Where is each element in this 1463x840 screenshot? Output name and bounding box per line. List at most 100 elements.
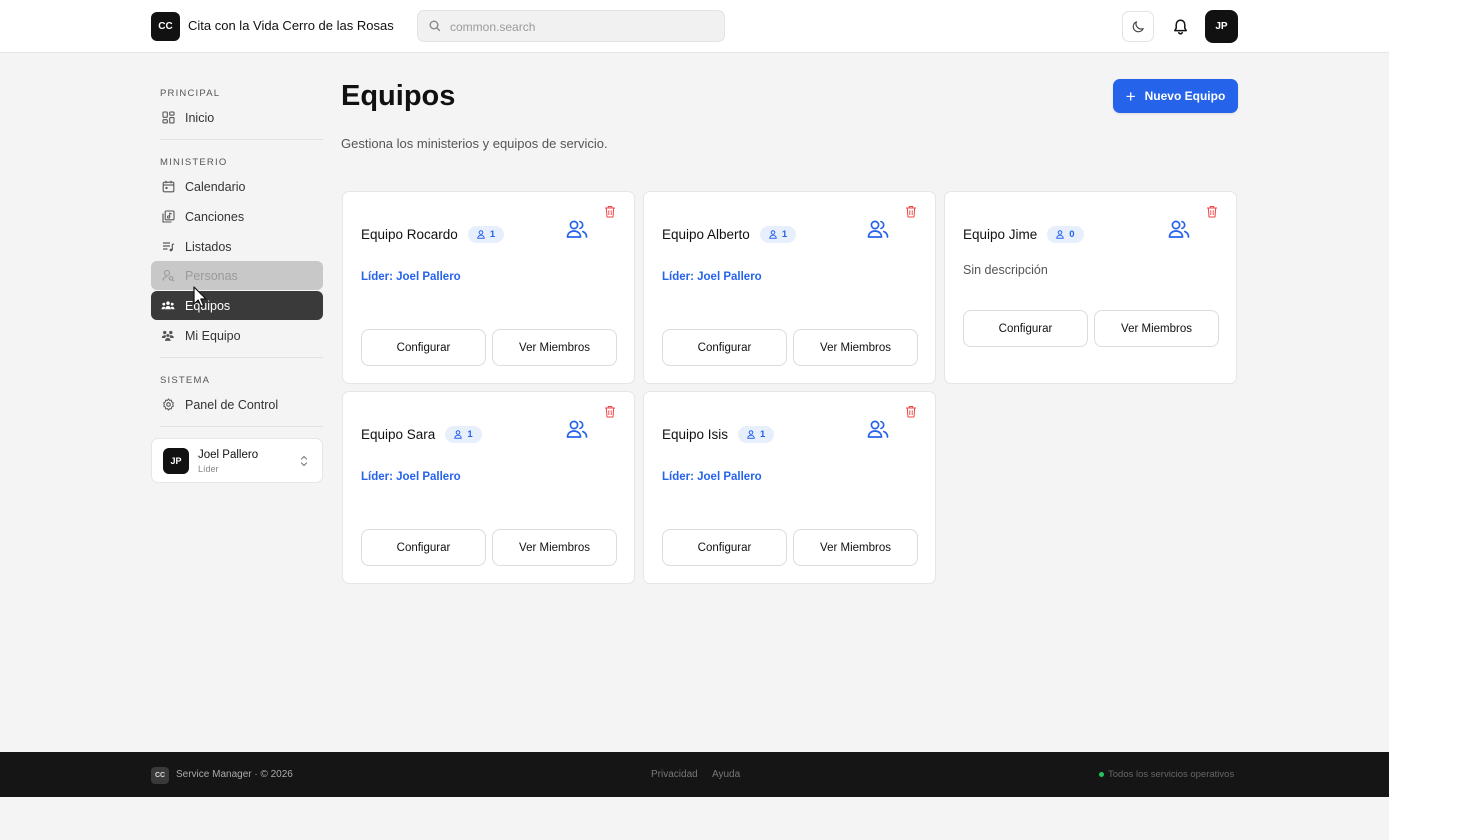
app-shell: CC Cita con la Vida Cerro de las Rosas J… bbox=[0, 0, 1389, 840]
member-count: 1 bbox=[760, 429, 766, 440]
sidebar-item-label: Canciones bbox=[185, 209, 245, 224]
team-leader: Líder: Joel Pallero bbox=[662, 271, 762, 283]
member-count-badge: 1 bbox=[445, 426, 482, 443]
view-members-button[interactable]: Ver Miembros bbox=[793, 329, 918, 366]
system-status: Todos los servicios operativos bbox=[1099, 769, 1234, 780]
team-card: Equipo Rocardo 1 Líder: Joel Pallero Con… bbox=[342, 191, 635, 384]
mouse-cursor-icon bbox=[193, 286, 207, 308]
plus-icon: + bbox=[1125, 86, 1136, 106]
sidebar-item-label: Calendario bbox=[185, 179, 246, 194]
bell-icon bbox=[1173, 18, 1187, 35]
team-card: Equipo Sara 1 Líder: Joel Pallero Config… bbox=[342, 391, 635, 584]
sidebar-item-panel-de-control[interactable]: Panel de Control bbox=[151, 390, 323, 419]
settings-gear-icon bbox=[161, 398, 175, 412]
group-icon bbox=[161, 299, 175, 313]
delete-trash-icon[interactable] bbox=[604, 405, 616, 418]
team-leader: Líder: Joel Pallero bbox=[361, 471, 461, 483]
brand-logo[interactable]: CC bbox=[151, 12, 180, 41]
sidebar-item-equipos[interactable]: Equipos bbox=[151, 291, 323, 320]
member-count-badge: 0 bbox=[1047, 226, 1084, 243]
configure-button[interactable]: Configurar bbox=[361, 529, 486, 566]
new-team-button-label: Nuevo Equipo bbox=[1144, 89, 1226, 103]
delete-trash-icon[interactable] bbox=[905, 205, 917, 218]
sidebar-item-label: Listados bbox=[185, 239, 232, 254]
avatar: JP bbox=[163, 448, 189, 474]
sidebar-item-label: Personas bbox=[185, 268, 238, 283]
view-members-button[interactable]: Ver Miembros bbox=[492, 329, 617, 366]
member-count: 0 bbox=[1069, 229, 1075, 240]
team-card: Equipo Alberto 1 Líder: Joel Pallero Con… bbox=[643, 191, 936, 384]
search-box[interactable] bbox=[417, 10, 725, 42]
top-header: CC Cita con la Vida Cerro de las Rosas J… bbox=[0, 0, 1389, 53]
system-status-text: Todos los servicios operativos bbox=[1108, 769, 1235, 780]
sidebar-item-canciones[interactable]: Canciones bbox=[151, 202, 323, 231]
delete-trash-icon[interactable] bbox=[1206, 205, 1218, 218]
sidebar-divider bbox=[160, 357, 323, 358]
view-members-button[interactable]: Ver Miembros bbox=[1094, 310, 1219, 347]
team-card-header: Equipo Jime 0 bbox=[963, 226, 1084, 243]
sidebar-item-label: Inicio bbox=[185, 110, 215, 125]
sidebar-divider bbox=[160, 139, 323, 140]
search-input[interactable] bbox=[450, 17, 710, 37]
person-icon bbox=[454, 430, 463, 439]
team-name: Equipo Isis bbox=[662, 427, 729, 442]
moon-icon bbox=[1132, 21, 1144, 33]
team-members-icon bbox=[566, 420, 588, 438]
page-title: Equipos bbox=[341, 80, 456, 112]
app-name[interactable]: Cita con la Vida Cerro de las Rosas bbox=[188, 18, 394, 33]
team-members-icon bbox=[1168, 220, 1190, 238]
member-count: 1 bbox=[781, 229, 788, 240]
user-switcher[interactable]: JP Joel Pallero Líder bbox=[151, 438, 323, 483]
new-team-button[interactable]: + Nuevo Equipo bbox=[1113, 79, 1238, 113]
footer-brand: Service Manager · © 2026 bbox=[176, 769, 293, 780]
team-card: Equipo Isis 1 Líder: Joel Pallero Config… bbox=[643, 391, 936, 584]
view-members-button[interactable]: Ver Miembros bbox=[492, 529, 617, 566]
footer: CC Service Manager · © 2026 Privacidad A… bbox=[0, 752, 1389, 797]
team-leader: Líder: Joel Pallero bbox=[662, 471, 762, 483]
user-search-icon bbox=[161, 269, 175, 283]
help-link[interactable]: Ayuda bbox=[712, 769, 740, 780]
delete-trash-icon[interactable] bbox=[604, 205, 616, 218]
sidebar-item-personas[interactable]: Personas bbox=[151, 261, 323, 290]
music-library-icon bbox=[161, 210, 175, 224]
sidebar-item-listados[interactable]: Listados bbox=[151, 232, 323, 261]
section-label-sistema: SISTEMA bbox=[160, 375, 211, 386]
view-members-button[interactable]: Ver Miembros bbox=[793, 529, 918, 566]
theme-toggle-button[interactable] bbox=[1122, 11, 1154, 42]
team-card-header: Equipo Isis 1 bbox=[662, 426, 775, 443]
user-avatar-button[interactable]: JP bbox=[1205, 10, 1238, 43]
sidebar-item-calendario[interactable]: Calendario bbox=[151, 172, 323, 201]
configure-button[interactable]: Configurar bbox=[361, 329, 486, 366]
notifications-button[interactable] bbox=[1164, 11, 1196, 42]
playlist-icon bbox=[161, 240, 175, 254]
team-card-header: Equipo Sara 1 bbox=[361, 426, 482, 443]
team-name: Equipo Sara bbox=[361, 427, 436, 442]
delete-trash-icon[interactable] bbox=[905, 405, 917, 418]
sidebar-item-mi-equipo[interactable]: Mi Equipo bbox=[151, 321, 323, 350]
team-members-icon bbox=[867, 220, 889, 238]
chevron-up-down-icon bbox=[300, 455, 308, 467]
configure-button[interactable]: Configurar bbox=[963, 310, 1088, 347]
dashboard-icon bbox=[161, 111, 175, 125]
status-dot-icon bbox=[1099, 772, 1104, 777]
configure-button[interactable]: Configurar bbox=[662, 529, 787, 566]
member-count-badge: 1 bbox=[759, 226, 797, 243]
user-role: Líder bbox=[198, 464, 219, 474]
team-members-icon bbox=[867, 420, 889, 438]
window-margin bbox=[1389, 0, 1463, 840]
team-card-header: Equipo Alberto 1 bbox=[662, 226, 797, 243]
team-leader: Líder: Joel Pallero bbox=[361, 271, 461, 283]
member-count: 1 bbox=[489, 229, 496, 240]
sidebar-item-inicio[interactable]: Inicio bbox=[151, 103, 323, 132]
privacy-link[interactable]: Privacidad bbox=[651, 769, 698, 780]
section-label-ministerio: MINISTERIO bbox=[160, 157, 228, 168]
team-name: Equipo Alberto bbox=[662, 227, 750, 242]
member-count: 1 bbox=[467, 429, 473, 440]
configure-button[interactable]: Configurar bbox=[662, 329, 787, 366]
search-icon bbox=[429, 20, 441, 32]
section-label-principal: PRINCIPAL bbox=[160, 88, 221, 99]
user-name: Joel Pallero bbox=[198, 449, 259, 461]
team-card-header: Equipo Rocardo 1 bbox=[361, 226, 505, 243]
member-count-badge: 1 bbox=[738, 426, 775, 443]
sidebar-item-label: Panel de Control bbox=[185, 397, 279, 412]
